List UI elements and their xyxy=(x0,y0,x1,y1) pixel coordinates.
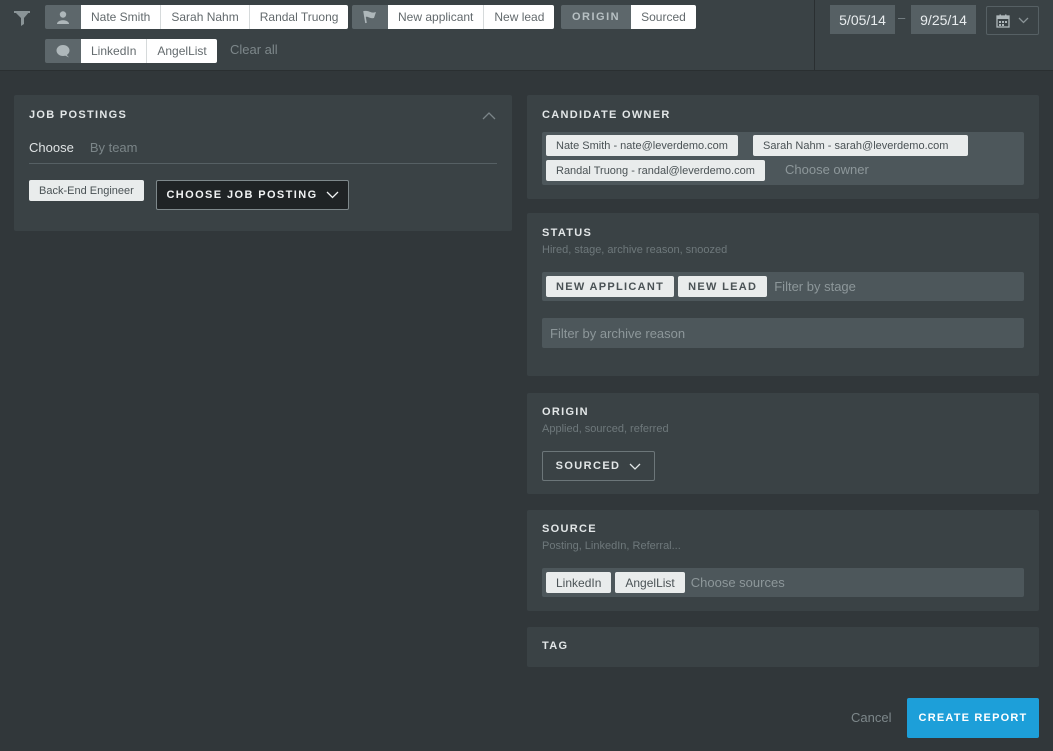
panel-subtitle: Posting, LinkedIn, Referral... xyxy=(542,540,681,552)
source-tag[interactable]: AngelList xyxy=(615,572,685,593)
flag-icon xyxy=(352,5,388,29)
origin-panel: ORIGIN Applied, sourced, referred SOURCE… xyxy=(527,393,1039,494)
owner-tag[interactable]: Nate Smith - nate@leverdemo.com xyxy=(546,135,738,156)
stage-select-field[interactable]: NEW APPLICANT NEW LEAD Filter by stage xyxy=(542,272,1024,301)
chevron-down-icon xyxy=(1018,17,1029,24)
cancel-button[interactable]: Cancel xyxy=(851,710,891,725)
panel-title: JOB POSTINGS xyxy=(29,109,128,121)
owner-tag[interactable]: Sarah Nahm - sarah@leverdemo.com xyxy=(753,135,968,156)
clear-all-link[interactable]: Clear all xyxy=(230,42,278,57)
filter-icon[interactable] xyxy=(13,9,31,27)
owner-select-field[interactable]: Nate Smith - nate@leverdemo.com Sarah Na… xyxy=(542,132,1024,185)
source-placeholder: Choose sources xyxy=(690,575,785,590)
panel-title: CANDIDATE OWNER xyxy=(542,109,671,121)
source-filter-chip[interactable]: LinkedIn xyxy=(81,39,147,63)
stage-filter-group: New applicant New lead xyxy=(352,5,555,29)
stage-tag[interactable]: NEW LEAD xyxy=(678,276,768,297)
candidate-owner-panel: CANDIDATE OWNER Nate Smith - nate@leverd… xyxy=(527,95,1039,199)
source-filter-chip[interactable]: AngelList xyxy=(146,39,217,63)
source-filter-group: LinkedIn AngelList xyxy=(45,39,217,63)
owner-placeholder: Choose owner xyxy=(785,162,869,177)
owner-tag[interactable]: Randal Truong - randal@leverdemo.com xyxy=(546,160,765,181)
stage-filter-chip[interactable]: New lead xyxy=(483,5,555,29)
owner-filter-chip[interactable]: Randal Truong xyxy=(248,5,349,29)
owner-filter-chip[interactable]: Nate Smith xyxy=(81,5,161,29)
stage-filter-chip[interactable]: New applicant xyxy=(388,5,484,29)
panel-subtitle: Hired, stage, archive reason, snoozed xyxy=(542,244,728,256)
source-select-field[interactable]: LinkedIn AngelList Choose sources xyxy=(542,568,1024,597)
filter-bar: Nate Smith Sarah Nahm Randal Truong New … xyxy=(0,0,1053,71)
calendar-icon xyxy=(996,14,1010,28)
date-separator: – xyxy=(898,10,906,25)
source-panel: SOURCE Posting, LinkedIn, Referral... Li… xyxy=(527,510,1039,611)
job-postings-panel: JOB POSTINGS Choose By team Back-End Eng… xyxy=(14,95,512,231)
choose-job-posting-button[interactable]: CHOOSE JOB POSTING xyxy=(156,180,349,210)
origin-filter-label: ORIGIN xyxy=(561,5,632,29)
create-report-button[interactable]: CREATE REPORT xyxy=(907,698,1039,738)
stage-tag[interactable]: NEW APPLICANT xyxy=(546,276,675,297)
start-date-field[interactable]: 5/05/14 xyxy=(830,5,895,34)
job-posting-tag[interactable]: Back-End Engineer xyxy=(29,180,144,201)
status-panel: STATUS Hired, stage, archive reason, sno… xyxy=(527,213,1039,376)
chevron-down-icon xyxy=(629,463,641,470)
button-label: CHOOSE JOB POSTING xyxy=(166,189,318,201)
archive-reason-placeholder: Filter by archive reason xyxy=(550,325,686,341)
calendar-dropdown-button[interactable] xyxy=(986,6,1039,35)
owner-filter-chip[interactable]: Sarah Nahm xyxy=(160,5,249,29)
origin-dropdown[interactable]: SOURCED xyxy=(542,451,655,481)
panel-title: SOURCE xyxy=(542,523,597,535)
source-tag[interactable]: LinkedIn xyxy=(546,572,612,593)
job-postings-tabs: Choose By team xyxy=(29,140,497,164)
panel-title: STATUS xyxy=(542,227,593,239)
origin-filter-group: ORIGIN Sourced xyxy=(561,5,696,29)
tab-choose[interactable]: Choose xyxy=(29,140,74,163)
panel-title: ORIGIN xyxy=(542,406,589,418)
tab-by-team[interactable]: By team xyxy=(90,140,138,163)
origin-dropdown-value: SOURCED xyxy=(555,460,621,472)
archive-reason-field[interactable]: Filter by archive reason xyxy=(542,318,1024,348)
chevron-down-icon xyxy=(326,191,339,199)
stage-placeholder: Filter by stage xyxy=(774,279,856,294)
end-date-field[interactable]: 9/25/14 xyxy=(911,5,976,34)
owner-filter-group: Nate Smith Sarah Nahm Randal Truong xyxy=(45,5,349,29)
tag-panel[interactable]: TAG xyxy=(527,627,1039,667)
chevron-up-icon[interactable] xyxy=(482,112,496,120)
speech-bubble-icon xyxy=(45,39,81,63)
origin-filter-chip[interactable]: Sourced xyxy=(631,5,696,29)
panel-subtitle: Applied, sourced, referred xyxy=(542,423,669,435)
person-icon xyxy=(45,5,81,29)
panel-title: TAG xyxy=(542,640,569,652)
divider xyxy=(814,0,815,71)
